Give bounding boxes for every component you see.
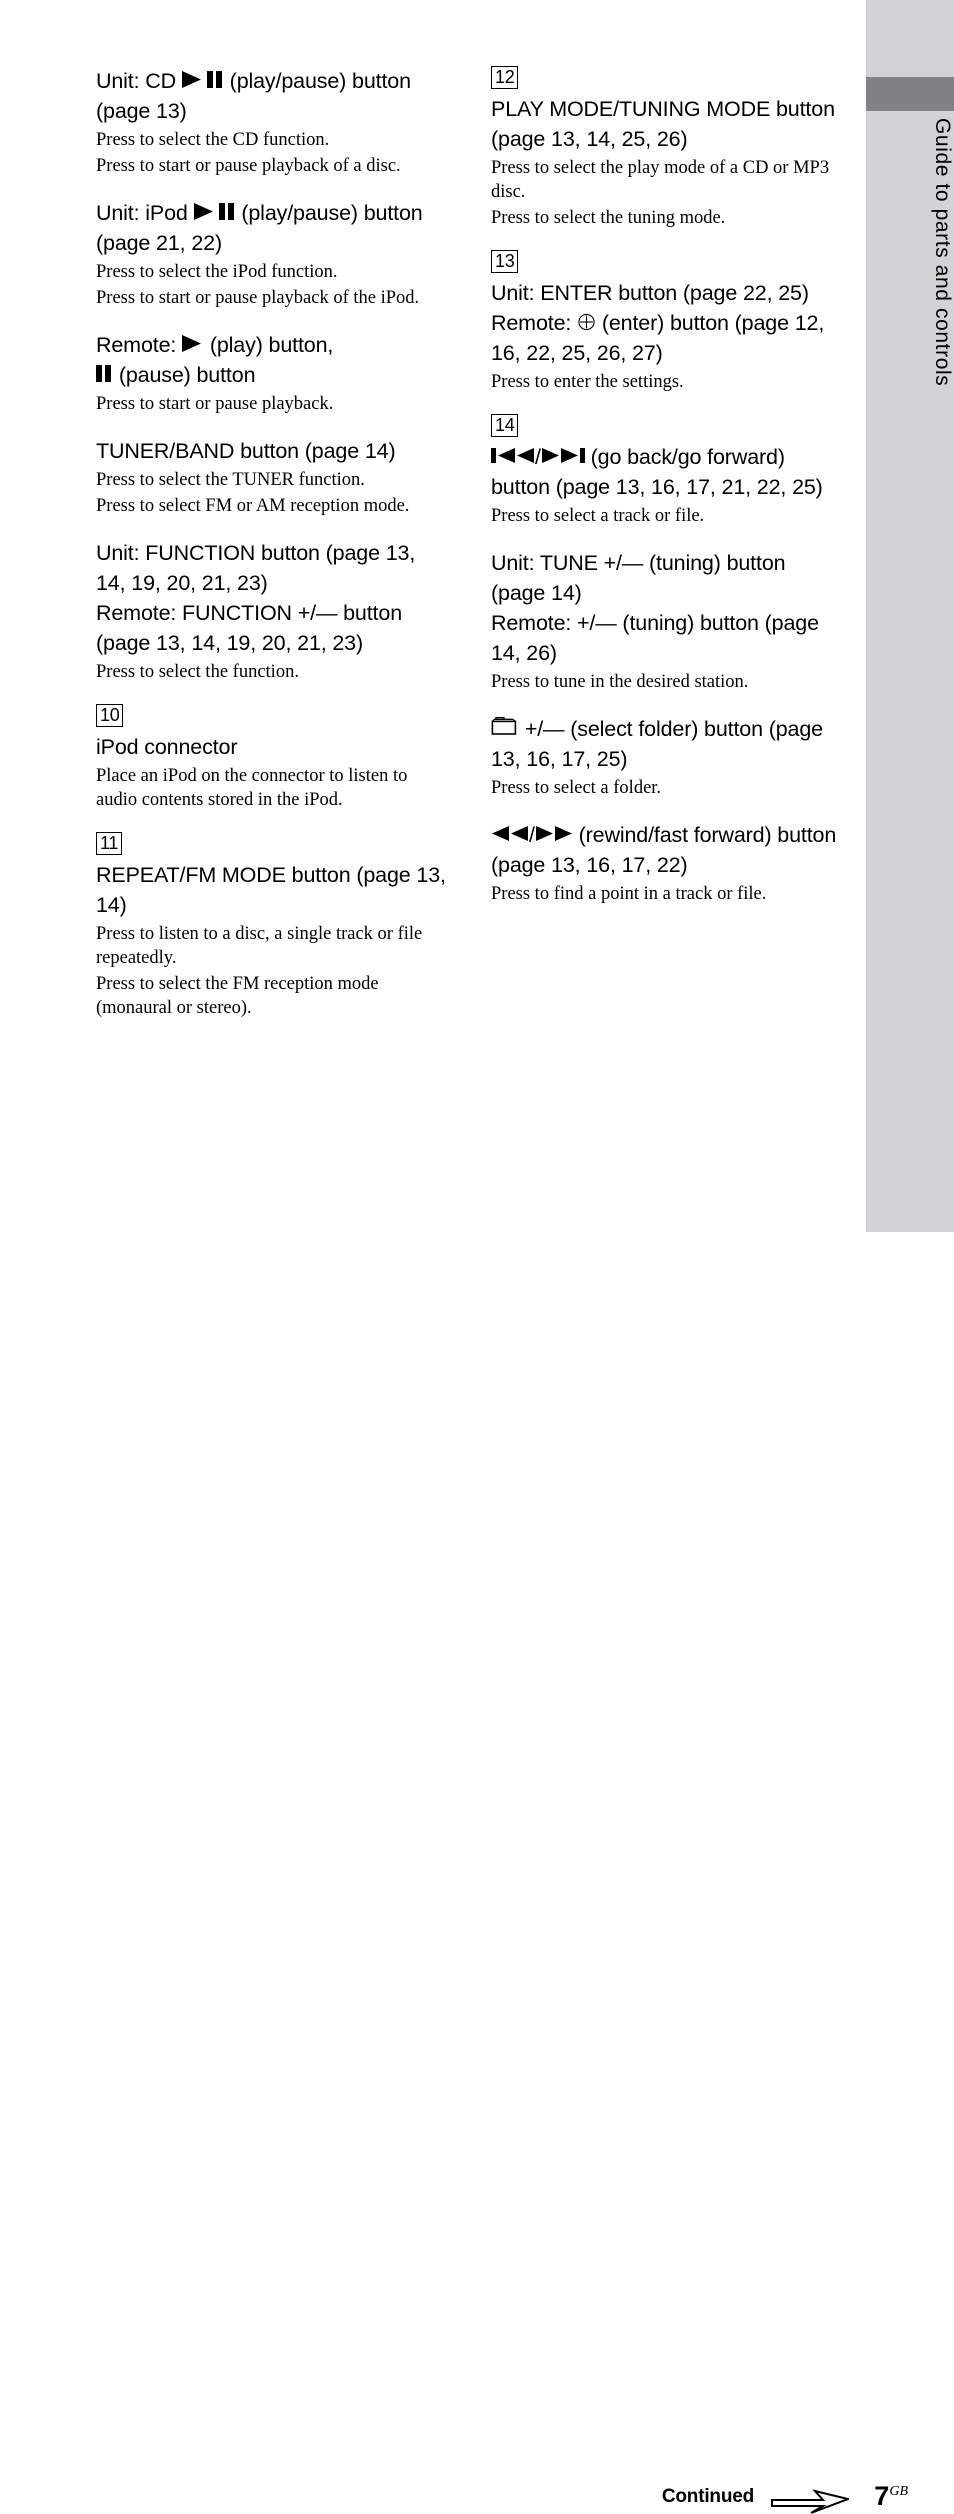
chapter-title: Guide to parts and controls	[931, 118, 954, 387]
heading-unit-enter: Unit: ENTER button (page 22, 25)	[491, 281, 809, 305]
heading-unit-ipod-play-pause: Unit: iPod (play/pause) button (page 21,…	[96, 198, 446, 258]
heading-text-pre: Unit: iPod	[96, 201, 194, 225]
body-line: Press to tune in the desired station.	[491, 672, 749, 692]
heading-text-post: +/— (select folder) button (page 13, 16,…	[491, 717, 823, 771]
play-icon	[182, 334, 204, 353]
entry-rewind-fast-forward: / (rewind/fast forward) button (page 13,…	[491, 820, 841, 906]
heading-repeat-fm-mode: REPEAT/FM MODE button (page 13, 14)	[96, 863, 446, 917]
body-line: Press to select the iPod function.	[96, 262, 338, 282]
entry-go-back-go-forward: 14 / (go back/go forward) button (page 1…	[491, 414, 841, 528]
entry-ipod-connector: 10 iPod connector Place an iPod on the c…	[96, 704, 446, 812]
body-line: Press to select the function.	[96, 662, 299, 682]
folder-icon	[491, 716, 519, 737]
continued-label: Continued	[661, 2486, 754, 2507]
heading-remote-enter: Remote: (enter) button (page 12, 16, 22,…	[491, 308, 841, 368]
heading-text-pre: Remote:	[96, 333, 183, 357]
entry-remote-play-pause: Remote: (play) button, (pause) button Pr…	[96, 330, 446, 416]
left-column: Unit: CD (play/pause) button (page 13) P…	[96, 66, 446, 1040]
heading-ipod-connector: iPod connector	[96, 735, 238, 759]
page-number-value: 7	[874, 2481, 890, 2511]
body-line: Press to select the TUNER function.	[96, 470, 365, 490]
go-forward-icon	[541, 446, 585, 465]
body-line: Press to select a folder.	[491, 778, 662, 798]
page-footer: Continued 7GB	[0, 1240, 954, 2514]
chapter-side-tab: Guide to parts and controls	[866, 0, 954, 1232]
heading-text-pre: Unit: CD	[96, 69, 182, 93]
callout-number-10: 10	[96, 704, 124, 727]
entry-unit-ipod-play-pause: Unit: iPod (play/pause) button (page 21,…	[96, 198, 446, 310]
continued-arrow-icon	[771, 2488, 849, 2514]
entry-unit-cd-play-pause: Unit: CD (play/pause) button (page 13) P…	[96, 66, 446, 178]
body-line: Place an iPod on the connector to listen…	[96, 766, 408, 810]
body-line: Press to start or pause playback.	[96, 394, 334, 414]
body-line: Press to listen to a disc, a single trac…	[96, 924, 423, 968]
chapter-tab-band	[866, 77, 954, 111]
rewind-icon	[491, 824, 529, 843]
entry-repeat-fm-mode: 11 REPEAT/FM MODE button (page 13, 14) P…	[96, 832, 446, 1020]
heading-remote-tune: Remote: +/— (tuning) button (page 14, 26…	[491, 611, 819, 665]
heading-unit-cd-play-pause: Unit: CD (play/pause) button (page 13)	[96, 66, 446, 126]
enter-circle-icon	[577, 312, 596, 331]
body-line: Press to select FM or AM reception mode.	[96, 496, 410, 516]
entry-function-button: Unit: FUNCTION button (page 13, 14, 19, …	[96, 538, 446, 684]
body-line: Press to select the FM reception mode (m…	[96, 974, 379, 1018]
entry-tune-button: Unit: TUNE +/— (tuning) button (page 14)…	[491, 548, 841, 694]
callout-number-11: 11	[96, 832, 123, 855]
heading-tuner-band: TUNER/BAND button (page 14)	[96, 439, 396, 463]
right-column: 12 PLAY MODE/TUNING MODE button (page 13…	[491, 66, 841, 926]
body-line: Press to select the tuning mode.	[491, 208, 726, 228]
heading-rewind-fast-forward: / (rewind/fast forward) button (page 13,…	[491, 820, 841, 880]
body-line: Press to enter the settings.	[491, 372, 684, 392]
heading-unit-tune: Unit: TUNE +/— (tuning) button (page 14)	[491, 551, 786, 605]
entry-enter-button: 13 Unit: ENTER button (page 22, 25) Remo…	[491, 250, 841, 394]
heading-unit-function: Unit: FUNCTION button (page 13, 14, 19, …	[96, 541, 416, 595]
heading-remote-function: Remote: FUNCTION +/— button (page 13, 14…	[96, 601, 402, 655]
callout-number-13: 13	[491, 250, 519, 273]
heading-play-mode-tuning-mode: PLAY MODE/TUNING MODE button (page 13, 1…	[491, 97, 835, 151]
go-back-icon	[491, 446, 535, 465]
callout-number-12: 12	[491, 66, 519, 89]
fast-forward-icon	[535, 824, 573, 843]
body-line: Press to select the play mode of a CD or…	[491, 158, 830, 202]
pause-icon	[96, 364, 113, 383]
heading-text-pre: Remote:	[491, 311, 578, 335]
page-content: Unit: CD (play/pause) button (page 13) P…	[0, 0, 866, 1357]
body-line: Press to start or pause playback of the …	[96, 288, 420, 308]
body-line: Press to start or pause playback of a di…	[96, 156, 401, 176]
entry-select-folder: +/— (select folder) button (page 13, 16,…	[491, 714, 841, 800]
play-pause-icon	[181, 70, 224, 89]
heading-go-back-go-forward: / (go back/go forward) button (page 13, …	[491, 442, 841, 502]
heading-select-folder: +/— (select folder) button (page 13, 16,…	[491, 714, 841, 774]
page-number-suffix: GB	[889, 2484, 908, 2499]
entry-tuner-band: TUNER/BAND button (page 14) Press to sel…	[96, 436, 446, 518]
entry-play-mode-tuning-mode: 12 PLAY MODE/TUNING MODE button (page 13…	[491, 66, 841, 230]
body-line: Press to find a point in a track or file…	[491, 884, 767, 904]
heading-remote-play-pause: Remote: (play) button, (pause) button	[96, 330, 446, 390]
body-line: Press to select a track or file.	[491, 506, 705, 526]
heading-text-post: (pause) button	[113, 363, 256, 387]
body-line: Press to select the CD function.	[96, 130, 330, 150]
heading-text-mid: (play) button,	[204, 333, 334, 357]
page-number: 7GB	[874, 2481, 908, 2512]
play-pause-icon	[193, 202, 236, 221]
callout-number-14: 14	[491, 414, 519, 437]
